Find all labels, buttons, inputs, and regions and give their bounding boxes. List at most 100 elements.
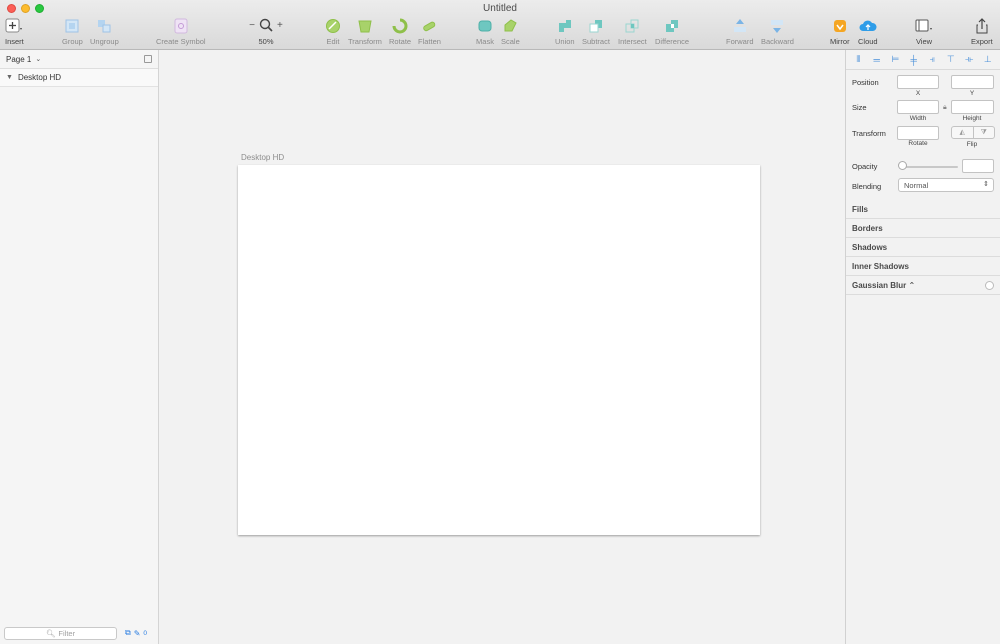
export-button[interactable]: Export [971, 17, 993, 46]
width-input[interactable] [897, 100, 939, 114]
insert-button[interactable]: Insert [5, 17, 24, 46]
flip-horizontal-icon[interactable]: ◭ [952, 127, 973, 138]
chevron-down-icon: ⌄ [35, 56, 42, 63]
mask-icon [476, 17, 494, 34]
blending-select[interactable]: Normal ⇕ [898, 178, 994, 192]
align-left-icon[interactable]: ⊨ [889, 54, 901, 65]
size-label: Size [852, 103, 867, 112]
toolbar: Untitled Insert Group Ungroup Create Sym… [0, 0, 1000, 50]
blending-label: Blending [852, 182, 882, 191]
scale-icon [501, 17, 519, 34]
layer-name: Desktop HD [17, 73, 62, 82]
view-button[interactable]: View [915, 17, 933, 46]
artboard[interactable] [238, 165, 760, 535]
collapse-pages-icon[interactable] [144, 55, 152, 63]
forward-button[interactable]: Forward [726, 17, 754, 46]
artboard-title[interactable]: Desktop HD [241, 153, 284, 162]
opacity-input[interactable] [962, 159, 994, 173]
ungroup-button[interactable]: Ungroup [90, 17, 119, 46]
mirror-icon [831, 17, 849, 34]
zoom-out-button[interactable]: − [249, 20, 255, 31]
search-icon: 🔍︎ [45, 628, 56, 638]
layers-panel: Page 1 ⌄ ▼ Desktop HD 🔍︎ Filter ⧉ ✎ 0 [0, 50, 159, 644]
flatten-button[interactable]: Flatten [418, 17, 441, 46]
opacity-label: Opacity [852, 162, 878, 171]
scale-button[interactable]: Scale [501, 17, 520, 46]
fills-section[interactable]: Fills [846, 200, 1000, 219]
gaussian-blur-section[interactable]: Gaussian Blur ⌃ [846, 276, 1000, 295]
mirror-button[interactable]: Mirror [830, 17, 850, 46]
group-icon [63, 17, 81, 34]
union-icon [556, 17, 574, 34]
y-label: Y [969, 90, 975, 97]
position-label: Position [852, 78, 879, 87]
lock-icon[interactable]: 🔒︎ [943, 104, 947, 112]
select-arrows-icon: ⇕ [983, 181, 989, 188]
x-label: X [915, 90, 921, 97]
alignment-toolbar: ⫴ ═ ⊨ ╪ ⫣ ⊤ ⟛ ⊥ [846, 50, 1000, 70]
rotate-label: Rotate [908, 140, 928, 147]
canvas[interactable]: Desktop HD [160, 50, 845, 644]
mask-button[interactable]: Mask [476, 17, 494, 46]
height-label: Height [962, 115, 982, 122]
cloud-button[interactable]: Cloud [858, 17, 878, 46]
send-backward-icon [768, 17, 786, 34]
create-symbol-button[interactable]: Create Symbol [156, 17, 206, 46]
align-top-icon[interactable]: ⊤ [945, 54, 957, 65]
zoom-level: 50% [258, 37, 274, 46]
backward-button[interactable]: Backward [761, 17, 794, 46]
flip-vertical-icon[interactable]: ⧩ [972, 127, 995, 138]
edit-button[interactable]: Edit [324, 17, 342, 46]
symbol-icon [172, 17, 190, 34]
rotate-input[interactable] [897, 126, 939, 140]
group-button[interactable]: Group [62, 17, 83, 46]
borders-section[interactable]: Borders [846, 219, 1000, 238]
subtract-button[interactable]: Subtract [582, 17, 610, 46]
intersect-button[interactable]: Intersect [618, 17, 647, 46]
page-name: Page 1 [6, 54, 32, 64]
filter-input[interactable]: 🔍︎ Filter [4, 626, 117, 640]
bring-forward-icon [731, 17, 749, 34]
page-selector[interactable]: Page 1 ⌄ [0, 50, 158, 69]
transform-label: Transform [852, 129, 886, 138]
share-export-icon [973, 17, 991, 34]
y-input[interactable] [951, 75, 994, 89]
difference-button[interactable]: Difference [655, 17, 689, 46]
zoom-in-button[interactable]: + [277, 20, 283, 31]
plus-icon [5, 17, 23, 34]
width-label: Width [909, 115, 927, 122]
align-bottom-icon[interactable]: ⊥ [982, 54, 994, 65]
artboard-filter-icon[interactable]: ⧉ [125, 628, 131, 638]
flip-label: Flip [966, 141, 978, 148]
shadows-section[interactable]: Shadows [846, 238, 1000, 257]
distribute-horizontal-icon[interactable]: ⫴ [852, 54, 864, 65]
transform-icon [356, 17, 374, 34]
flip-control: ◭ ⧩ [951, 126, 995, 139]
union-button[interactable]: Union [555, 17, 575, 46]
flatten-icon [420, 17, 438, 34]
zoom-control: − + 50% [246, 17, 286, 46]
ungroup-icon [95, 17, 113, 34]
opacity-slider-track[interactable] [902, 166, 958, 168]
height-input[interactable] [951, 100, 994, 114]
window-title: Untitled [483, 3, 517, 14]
filter-placeholder: Filter [58, 628, 76, 638]
difference-icon [663, 17, 681, 34]
opacity-slider-knob[interactable] [898, 161, 907, 170]
distribute-vertical-icon[interactable]: ═ [871, 55, 883, 65]
disclosure-triangle-icon[interactable]: ▼ [6, 74, 13, 81]
rotate-button[interactable]: Rotate [389, 17, 411, 46]
align-right-icon[interactable]: ⫣ [926, 54, 938, 65]
pencil-icon[interactable]: ✎ [134, 629, 141, 638]
align-middle-icon[interactable]: ⟛ [963, 54, 975, 65]
align-center-icon[interactable]: ╪ [908, 55, 920, 65]
subtract-icon [587, 17, 605, 34]
layer-item-artboard[interactable]: ▼ Desktop HD [0, 69, 158, 87]
rotate-icon [391, 17, 409, 34]
transform-button[interactable]: Transform [348, 17, 382, 46]
edit-icon [324, 17, 342, 34]
blur-toggle-checkbox[interactable] [985, 281, 994, 290]
magnifier-icon [259, 18, 273, 34]
x-input[interactable] [897, 75, 939, 89]
inner-shadows-section[interactable]: Inner Shadows [846, 257, 1000, 276]
